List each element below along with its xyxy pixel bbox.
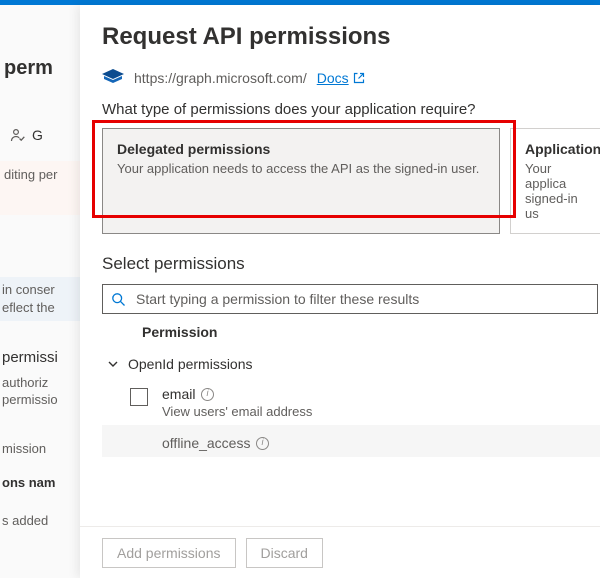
bg-heading-fragment: perm xyxy=(0,57,53,80)
select-permissions-heading: Select permissions xyxy=(102,254,600,274)
permission-item-offline-access: offline_access xyxy=(102,425,600,457)
permission-type-question: What type of permissions does your appli… xyxy=(102,101,600,118)
bg-frag-mission: mission xyxy=(2,441,46,456)
bg-info-banner-2: in conser eflect the xyxy=(0,277,80,321)
permission-type-row: Delegated permissions Your application n… xyxy=(102,128,600,234)
delegated-desc: Your application needs to access the API… xyxy=(117,161,485,176)
permission-search-input[interactable] xyxy=(134,290,589,308)
permission-item-email: email View users' email address xyxy=(102,380,600,425)
panel-footer: Add permissions Discard xyxy=(80,526,600,578)
permission-search-box[interactable] xyxy=(102,284,598,314)
openid-group-label: OpenId permissions xyxy=(128,356,253,372)
openid-permissions-group[interactable]: OpenId permissions xyxy=(102,348,600,380)
bg-grant-consent-row[interactable]: G xyxy=(10,127,43,143)
person-check-icon xyxy=(10,127,26,143)
email-checkbox[interactable] xyxy=(130,388,148,406)
info-icon[interactable] xyxy=(256,437,269,450)
bg-info-banner-1: diting per xyxy=(0,161,80,215)
bg-frag-added: s added xyxy=(2,513,48,528)
info-icon[interactable] xyxy=(201,388,214,401)
search-icon xyxy=(111,292,126,307)
delegated-title: Delegated permissions xyxy=(117,141,485,157)
permission-column-header: Permission xyxy=(102,314,600,348)
request-api-permissions-panel: Request API permissions https://graph.mi… xyxy=(80,5,600,578)
docs-link-label: Docs xyxy=(317,70,349,86)
application-permissions-card[interactable]: Application Your applica signed-in us xyxy=(510,128,600,234)
email-permission-desc: View users' email address xyxy=(162,404,312,419)
discard-button[interactable]: Discard xyxy=(246,538,323,568)
docs-link[interactable]: Docs xyxy=(317,70,365,86)
bg-frag-ons-nam: ons nam xyxy=(2,475,55,490)
bg-grant-label: G xyxy=(32,127,43,143)
panel-title: Request API permissions xyxy=(102,23,600,51)
delegated-permissions-card[interactable]: Delegated permissions Your application n… xyxy=(102,128,500,234)
offline-access-name: offline_access xyxy=(162,435,269,451)
graph-logo-icon xyxy=(102,69,124,87)
external-link-icon xyxy=(353,72,365,84)
api-source-row: https://graph.microsoft.com/ Docs xyxy=(102,69,600,87)
bg-frag-authorize: authoriz permissio xyxy=(2,375,82,409)
chevron-down-icon xyxy=(106,357,120,371)
bg-frag-permissi: permissi xyxy=(2,349,58,366)
email-permission-name: email xyxy=(162,386,312,402)
application-desc: Your applica signed-in us xyxy=(525,161,586,221)
api-url: https://graph.microsoft.com/ xyxy=(134,70,307,86)
application-title: Application xyxy=(525,141,586,157)
add-permissions-button[interactable]: Add permissions xyxy=(102,538,236,568)
